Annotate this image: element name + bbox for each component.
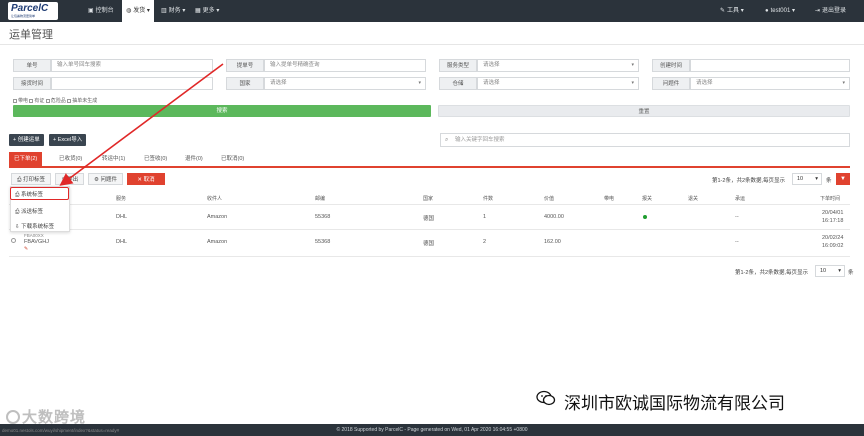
page-footer: © 2018 Supported by ParcelC - Page gener… (0, 424, 864, 436)
annotation-arrow (59, 63, 224, 186)
status-url: demo01.nestols.com/wuyi/shipment/index?&… (2, 428, 120, 433)
pager-unit-bottom: 条 (848, 270, 854, 276)
wechat-icon (536, 390, 556, 406)
per-page-select-bottom[interactable]: 10 ▾ (815, 265, 845, 277)
chevron-down-icon: ▾ (838, 268, 841, 274)
watermark-company: 深圳市欧诚国际物流有限公司 (564, 394, 785, 413)
pager-summary-bottom: 第1-2条，共2条数据,每页显示 (735, 270, 809, 276)
